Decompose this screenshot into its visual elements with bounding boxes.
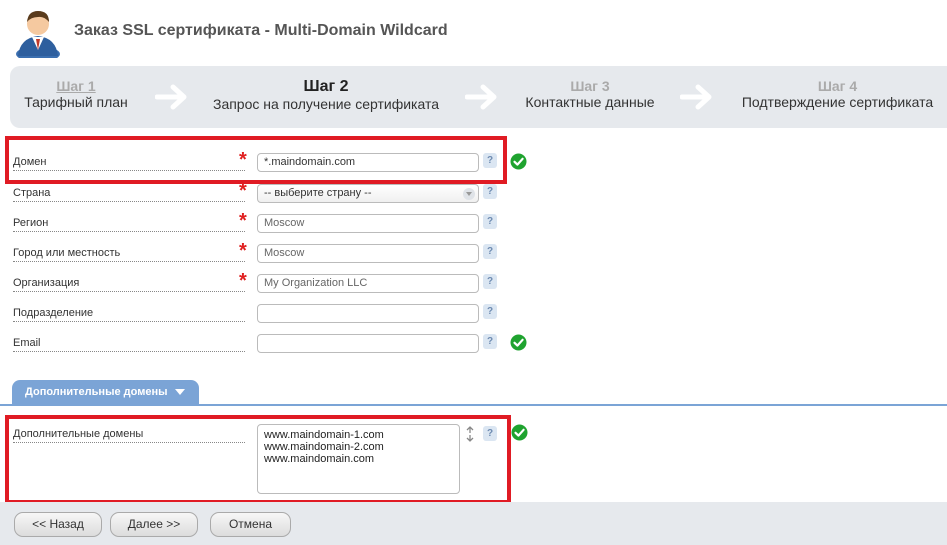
section-divider [0,404,947,406]
step-1-label: Тарифный план [24,94,128,110]
required-marker: * [239,270,247,292]
check-icon [510,153,527,170]
step-1-number[interactable]: Шаг 1 [16,78,136,94]
arrow-right-icon [465,84,497,110]
page-title: Заказ SSL сертификата - Multi-Domain Wil… [74,22,448,39]
help-icon[interactable]: ? [483,244,497,259]
city-input[interactable]: Moscow [257,244,479,263]
help-icon[interactable]: ? [483,214,497,229]
country-select-value: -- выберите страну -- [264,187,372,199]
city-label: Город или местность [13,247,123,259]
highlight-box-additional-domains [5,415,511,504]
help-icon[interactable]: ? [483,334,497,349]
help-icon[interactable]: ? [483,184,497,199]
region-input[interactable]: Moscow [257,214,479,233]
next-button[interactable]: Далее >> [110,512,198,537]
arrow-right-icon [680,84,712,110]
step-2-label: Запрос на получение сертификата [212,96,440,112]
wizard-steps: Шаг 1 Тарифный план Шаг 2 Запрос на полу… [10,66,947,128]
cancel-button[interactable]: Отмена [210,512,291,537]
department-input[interactable] [257,304,479,323]
additional-domains-tab[interactable]: Дополнительные домены [12,380,199,404]
step-4: Шаг 4 Подтверждение сертификата [735,78,940,110]
region-label: Регион [13,217,51,229]
required-marker: * [239,240,247,262]
check-icon [510,334,527,351]
country-select[interactable]: -- выберите страну -- [257,184,479,203]
email-label: Email [13,337,43,349]
help-icon[interactable]: ? [483,304,497,319]
back-button[interactable]: << Назад [14,512,102,537]
country-label: Страна [13,187,53,199]
step-3-number: Шаг 3 [570,78,610,94]
organization-input[interactable]: My Organization LLC [257,274,479,293]
department-label: Подразделение [13,307,96,319]
required-marker: * [239,210,247,232]
user-avatar-icon [16,11,60,58]
step-3: Шаг 3 Контактные данные [515,78,665,110]
organization-label: Организация [13,277,82,289]
page-header: Заказ SSL сертификата - Multi-Domain Wil… [0,0,947,64]
step-2: Шаг 2 Запрос на получение сертификата [206,78,446,112]
help-icon[interactable]: ? [483,274,497,289]
step-4-label: Подтверждение сертификата [741,94,934,110]
highlight-box-domain [5,136,507,184]
step-2-number: Шаг 2 [303,78,349,95]
check-icon [511,424,528,441]
step-3-label: Контактные данные [525,94,655,110]
step-4-number: Шаг 4 [817,78,858,94]
caret-down-icon [174,389,185,396]
email-input[interactable] [257,334,479,353]
step-1[interactable]: Шаг 1 Тарифный план [16,78,136,110]
additional-domains-tab-label: Дополнительные домены [25,386,168,398]
arrow-right-icon [155,84,187,110]
chevron-down-icon [463,188,475,200]
